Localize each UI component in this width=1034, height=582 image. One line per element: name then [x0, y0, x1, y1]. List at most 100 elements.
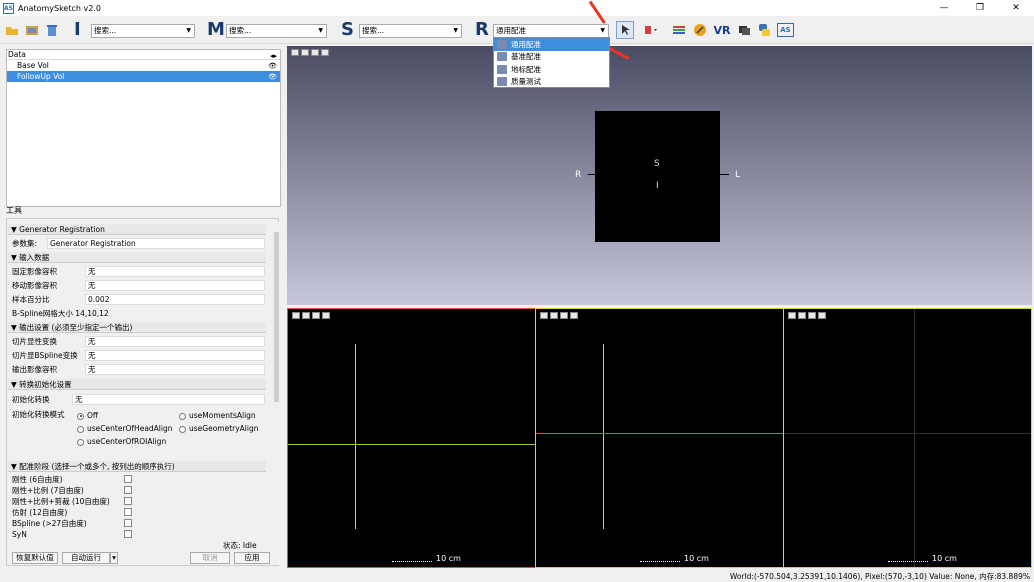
out1-select[interactable]: 无: [85, 336, 265, 347]
moving-select[interactable]: 无: [85, 280, 265, 291]
measure-icon[interactable]: [692, 21, 708, 39]
stage-rigid-scale-skew: 刚性+比例+剪裁 (10自由度): [12, 497, 110, 506]
brush-icon[interactable]: [640, 21, 662, 39]
grid-icon[interactable]: [808, 312, 816, 319]
gen-reg-section[interactable]: ▼ Generator Registration: [8, 224, 266, 235]
search-i-text: 搜索...: [94, 26, 117, 35]
search-m-combo[interactable]: 搜索... ▼: [226, 24, 327, 38]
tools-panel: ▼ Generator Registration 参数集: Generator …: [6, 218, 280, 566]
radio-moments[interactable]: useMomentsAlign: [179, 411, 256, 421]
crosshair-v: [914, 309, 915, 567]
visibility-eye-icon[interactable]: 👁: [268, 72, 277, 83]
reset-view-icon[interactable]: [321, 49, 329, 56]
radio-off[interactable]: Off: [77, 411, 98, 421]
layout-icon[interactable]: [292, 312, 300, 319]
trash-icon[interactable]: [44, 21, 60, 39]
registration-combo[interactable]: 通用配准 ▼: [493, 24, 609, 38]
fixed-select[interactable]: 无: [85, 266, 265, 277]
status-text: 状态: Idle: [223, 541, 257, 550]
maximize-view-icon[interactable]: [302, 312, 310, 319]
stage-rigid-scale: 刚性+比例 (7自由度): [12, 486, 84, 495]
fiducial-icon: [497, 52, 507, 62]
scale-bar: [640, 556, 680, 562]
layers-icon[interactable]: [671, 21, 687, 39]
pointer-icon[interactable]: [616, 21, 634, 39]
registration-combo-text: 通用配准: [496, 26, 526, 35]
orientation-r: R: [575, 170, 582, 180]
cancel-button[interactable]: 取消: [190, 552, 230, 564]
radio-center-head[interactable]: useCenterOfHeadAlign: [77, 424, 173, 434]
sample-input[interactable]: 0.002: [85, 294, 265, 305]
slice-view-coronal[interactable]: 10 cm: [783, 308, 1032, 568]
stage-bspline: BSpline (>27自由度): [12, 519, 87, 528]
reset-view-icon[interactable]: [570, 312, 578, 319]
stage-rigid-scale-checkbox[interactable]: [124, 486, 132, 494]
dropdown-item-fiducial[interactable]: 基准配准: [494, 51, 609, 64]
maximize-button[interactable]: ❐: [962, 0, 998, 16]
init-select[interactable]: 无: [72, 394, 265, 405]
close-button[interactable]: ✕: [998, 0, 1034, 16]
stage-syn-checkbox[interactable]: [124, 530, 132, 538]
screenshot-icon[interactable]: [736, 21, 752, 39]
layout-icon[interactable]: [540, 312, 548, 319]
dropdown-item-general[interactable]: 通用配准: [494, 38, 609, 51]
python-icon[interactable]: [756, 21, 772, 39]
s-label: S: [341, 19, 354, 40]
auto-run-dropdown[interactable]: ▾: [110, 552, 118, 564]
window-title: AnatomySketch v2.0: [18, 3, 101, 13]
apply-button[interactable]: 应用: [234, 552, 270, 564]
reset-defaults-button[interactable]: 恢复默认值: [12, 552, 58, 564]
crosshair-v: [603, 344, 604, 529]
reset-view-icon[interactable]: [818, 312, 826, 319]
registration-icon: [497, 39, 507, 49]
scale-bar: [392, 556, 432, 562]
stage-rigid-checkbox[interactable]: [124, 475, 132, 483]
vr-button[interactable]: VR: [712, 21, 732, 39]
as-button[interactable]: AS: [777, 23, 794, 37]
scroll-thumb[interactable]: [274, 232, 279, 402]
slice-view-axial[interactable]: 10 cm: [287, 308, 536, 568]
image-icon[interactable]: [24, 21, 40, 39]
radio-center-roi[interactable]: useCenterOfROIAlign: [77, 437, 166, 447]
layout-icon[interactable]: [291, 49, 299, 56]
maximize-view-icon[interactable]: [798, 312, 806, 319]
i-label: I: [74, 19, 81, 40]
search-i-combo[interactable]: 搜索... ▼: [91, 24, 195, 38]
stage-affine-checkbox[interactable]: [124, 508, 132, 516]
data-item-base[interactable]: Base Vol 👁: [7, 60, 280, 71]
layout-icon[interactable]: [788, 312, 796, 319]
maximize-view-icon[interactable]: [550, 312, 558, 319]
init-section[interactable]: ▼ 转换初始化设置: [8, 379, 266, 390]
title-bar: AS AnatomySketch v2.0 — ❐ ✕: [0, 0, 1034, 16]
stage-rigid-scale-skew-checkbox[interactable]: [124, 497, 132, 505]
stage-bspline-checkbox[interactable]: [124, 519, 132, 527]
data-item-followup[interactable]: FollowUp Vol 👁: [7, 71, 280, 82]
search-s-combo[interactable]: 搜索... ▼: [359, 24, 462, 38]
dropdown-item-quality[interactable]: 质量测试: [494, 76, 609, 89]
view-buttons: [540, 312, 578, 319]
param-select[interactable]: Generator Registration: [47, 238, 265, 249]
out3-select[interactable]: 无: [85, 364, 265, 375]
radio-geometry[interactable]: useGeometryAlign: [179, 424, 259, 434]
orientation-l: L: [735, 170, 741, 180]
grid-icon[interactable]: [311, 49, 319, 56]
open-folder-icon[interactable]: [4, 21, 20, 39]
scale-label: 10 cm: [436, 554, 461, 563]
tools-scrollbar[interactable]: [273, 222, 280, 565]
registration-dropdown: 通用配准 基准配准 地标配准 质量测试: [493, 37, 610, 88]
dropdown-item-landmark[interactable]: 地标配准: [494, 63, 609, 76]
reset-view-icon[interactable]: [322, 312, 330, 319]
maximize-view-icon[interactable]: [301, 49, 309, 56]
slice-view-sagittal[interactable]: 10 cm: [535, 308, 784, 568]
grid-icon[interactable]: [312, 312, 320, 319]
3d-view[interactable]: R L S I: [287, 46, 1032, 305]
auto-run-button[interactable]: 自动运行: [62, 552, 110, 564]
output-section[interactable]: ▼ 输出设置 (必须至少指定一个输出): [8, 322, 266, 333]
out2-select[interactable]: 无: [85, 350, 265, 361]
reg-stage-section[interactable]: ▼ 配准阶段 (选择一个或多个, 按列出的顺序执行): [8, 461, 266, 472]
input-section[interactable]: ▼ 输入数据: [8, 252, 266, 263]
grid-icon[interactable]: [560, 312, 568, 319]
tools-label: 工具: [6, 206, 22, 215]
minimize-button[interactable]: —: [926, 0, 962, 16]
left-panel: Data ◂▸ Base Vol 👁 FollowUp Vol 👁 工具 ▼ Gene…: [0, 45, 283, 567]
